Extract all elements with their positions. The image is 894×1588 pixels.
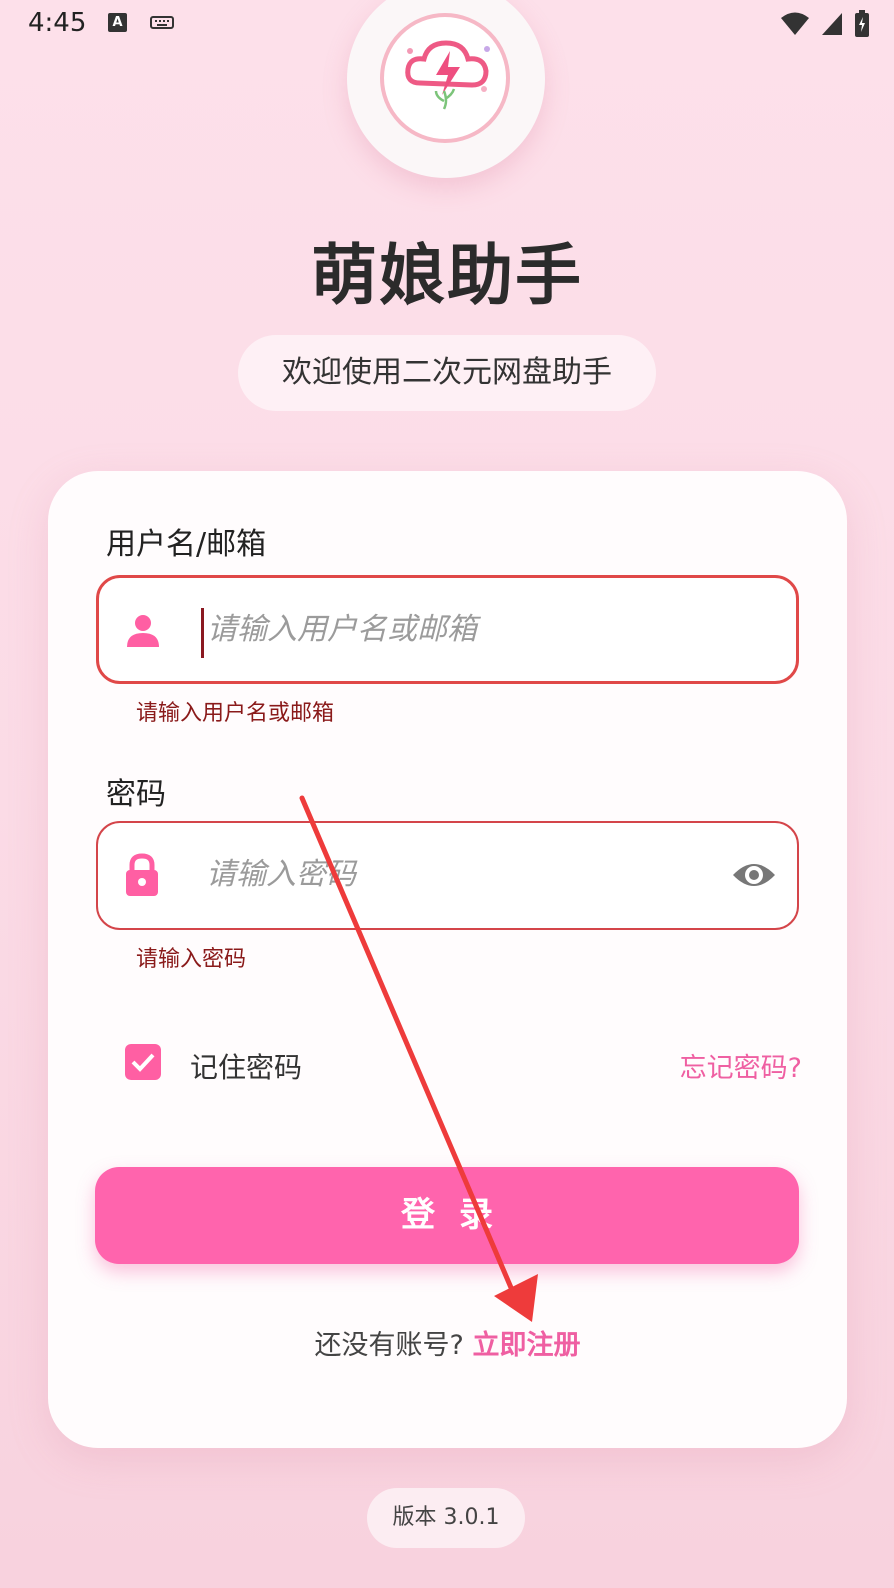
login-card: 用户名/邮箱 请输入用户名或邮箱 密码 请输入密码 记住密码 忘记密码? 登录 … [48,471,847,1448]
battery-icon [854,10,870,42]
app-logo [347,0,545,178]
username-label: 用户名/邮箱 [106,527,267,562]
wifi-icon [780,11,810,41]
version-label: 版本 3.0.1 [367,1488,525,1548]
check-icon [131,1053,155,1072]
password-field[interactable] [96,821,799,930]
status-time: 4:45 [28,8,87,38]
app-title: 萌娘助手 [311,237,583,314]
forgot-password-link[interactable]: 忘记密码? [680,1046,802,1085]
password-input[interactable] [200,823,700,926]
username-input[interactable] [201,578,701,681]
register-prompt: 还没有账号? [314,1330,464,1361]
subtitle-pill: 欢迎使用二次元网盘助手 [238,335,656,411]
username-field[interactable] [96,575,799,684]
login-button[interactable]: 登录 [95,1167,799,1264]
lock-icon [122,853,162,901]
eye-icon[interactable] [731,855,777,899]
remember-checkbox[interactable] [125,1044,161,1080]
username-error: 请输入用户名或邮箱 [136,701,335,726]
register-row: 还没有账号? 立即注册 [48,1323,847,1362]
password-error: 请输入密码 [136,947,247,972]
remember-label[interactable]: 记住密码 [190,1046,302,1086]
signal-icon [820,11,844,41]
a-icon: A [108,13,127,32]
register-link[interactable]: 立即注册 [472,1330,580,1361]
keyboard-icon [150,13,174,35]
cloud-lightning-icon [405,40,490,110]
password-label: 密码 [106,777,166,812]
person-icon [123,611,163,655]
